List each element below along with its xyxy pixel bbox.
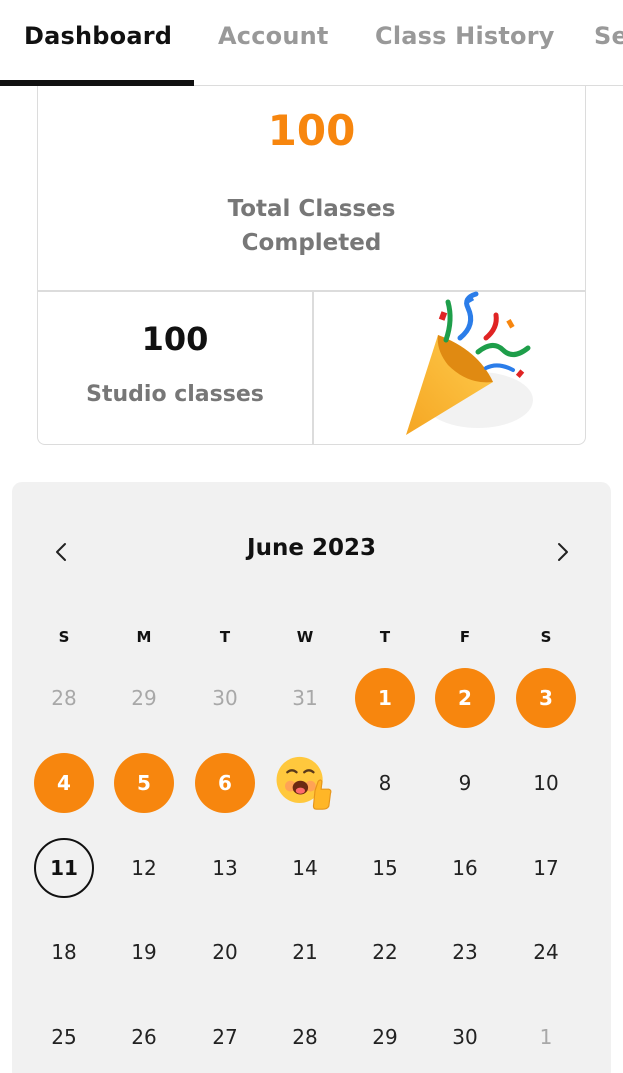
tab-account[interactable]: Account	[218, 22, 329, 50]
calendar-day-completed[interactable]: 3	[516, 668, 576, 728]
calendar-day-completed[interactable]: 5	[114, 753, 174, 813]
calendar-month-title: June 2023	[247, 535, 376, 561]
weekday-label: T	[219, 628, 231, 646]
calendar-day[interactable]: 13	[195, 838, 255, 898]
total-classes-label-line1: Total Classes	[227, 196, 396, 222]
calendar: June 2023 SMTWTFS 28 29 30 31 1 2 3 4 5 6 8 9 10 11 12…	[12, 482, 611, 1073]
calendar-day[interactable]: 16	[435, 838, 495, 898]
calendar-day[interactable]: 20	[195, 922, 255, 982]
calendar-day[interactable]: 28	[275, 1007, 335, 1067]
calendar-day-completed[interactable]: 4	[34, 753, 94, 813]
tab-dashboard[interactable]: Dashboard	[24, 22, 172, 50]
calendar-day[interactable]: 21	[275, 922, 335, 982]
total-classes-label: Total Classes Completed	[38, 192, 585, 260]
calendar-day[interactable]: 15	[355, 838, 415, 898]
calendar-day[interactable]: 28	[34, 668, 94, 728]
tab-class-history[interactable]: Class History	[375, 22, 555, 50]
chevron-right-icon[interactable]	[548, 538, 576, 566]
calendar-day-completed[interactable]: 1	[355, 668, 415, 728]
stats-card: 100 Total Classes Completed 100 Studio c…	[37, 86, 586, 445]
total-classes-label-line2: Completed	[241, 230, 382, 256]
calendar-day[interactable]: 19	[114, 922, 174, 982]
thumbs-up-face-icon	[276, 756, 332, 810]
tab-settings-partial[interactable]: Se	[594, 22, 623, 50]
studio-classes-label: Studio classes	[86, 382, 264, 407]
studio-classes-value: 100	[141, 320, 209, 358]
calendar-day[interactable]: 14	[275, 838, 335, 898]
calendar-day[interactable]: 26	[114, 1007, 174, 1067]
calendar-day-emoji[interactable]	[275, 753, 335, 813]
calendar-day[interactable]: 8	[355, 753, 415, 813]
calendar-day-completed[interactable]: 6	[195, 753, 255, 813]
calendar-day[interactable]: 17	[516, 838, 576, 898]
weekday-label: S	[540, 628, 552, 646]
calendar-day[interactable]: 23	[435, 922, 495, 982]
calendar-day[interactable]: 10	[516, 753, 576, 813]
calendar-day[interactable]: 25	[34, 1007, 94, 1067]
calendar-day[interactable]: 29	[114, 668, 174, 728]
calendar-day[interactable]: 29	[355, 1007, 415, 1067]
calendar-day[interactable]: 1	[516, 1007, 576, 1067]
calendar-day[interactable]: 27	[195, 1007, 255, 1067]
weekday-label: M	[136, 628, 152, 646]
weekday-label: T	[379, 628, 391, 646]
calendar-day[interactable]: 18	[34, 922, 94, 982]
calendar-day[interactable]: 30	[435, 1007, 495, 1067]
weekday-label: W	[296, 628, 314, 646]
calendar-day[interactable]: 22	[355, 922, 415, 982]
weekday-label: S	[58, 628, 70, 646]
tab-bar: Dashboard Account Class History Se	[0, 0, 623, 86]
party-popper-icon	[406, 291, 533, 435]
total-classes-value: 100	[267, 106, 356, 155]
weekday-label: F	[459, 628, 471, 646]
calendar-day[interactable]: 12	[114, 838, 174, 898]
calendar-day[interactable]: 31	[275, 668, 335, 728]
calendar-day[interactable]: 24	[516, 922, 576, 982]
calendar-day[interactable]: 30	[195, 668, 255, 728]
calendar-day-completed[interactable]: 2	[435, 668, 495, 728]
calendar-day-today[interactable]: 11	[34, 838, 94, 898]
calendar-day[interactable]: 9	[435, 753, 495, 813]
stats-divider-vertical	[312, 290, 314, 445]
